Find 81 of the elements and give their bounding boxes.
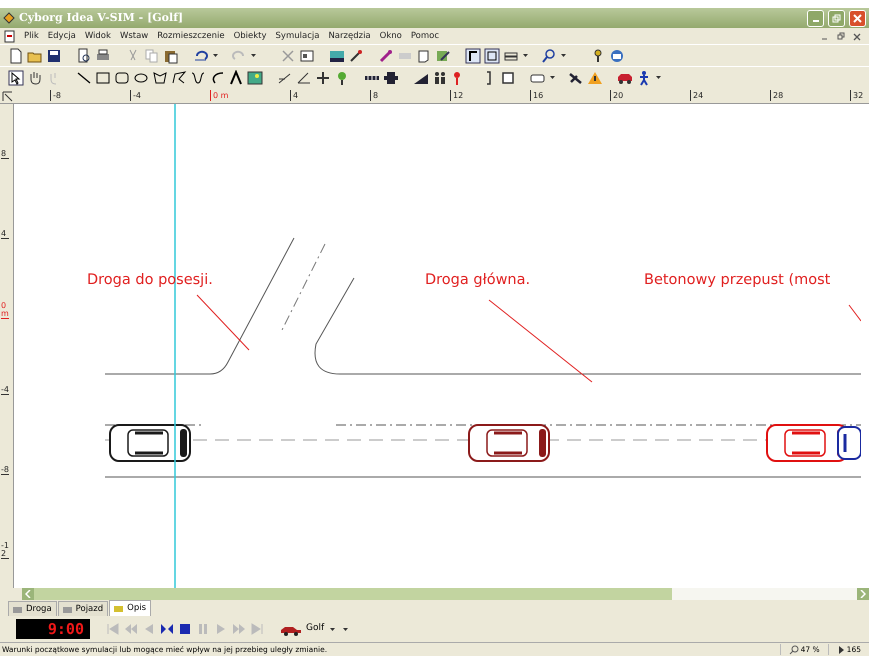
tab[interactable]: Pojazd [58, 601, 108, 616]
app-icon [3, 12, 15, 24]
menu-item[interactable]: Narzędzia [328, 30, 371, 42]
menu-item[interactable]: Wstaw [120, 30, 148, 42]
curve-icon[interactable] [190, 70, 206, 86]
ruler-label: 0 m [210, 90, 228, 101]
ruler-corner-icon[interactable] [2, 91, 13, 102]
ruler-label: 28 [770, 90, 784, 101]
annotation-label: Droga główna. [425, 271, 530, 290]
step-icon[interactable] [160, 622, 174, 636]
crosshair-icon[interactable] [315, 70, 331, 86]
leader-line [848, 304, 861, 322]
pointer-icon[interactable] [8, 70, 24, 86]
ruler-label: -8 [50, 90, 61, 101]
ruler-label: 0 m [1, 302, 9, 319]
zoom-icon [788, 644, 799, 654]
folder-icon [62, 604, 73, 614]
ruler-label: 8 [1, 150, 9, 159]
text-icon[interactable] [228, 70, 244, 86]
time-display: 9:00 [16, 619, 90, 639]
menu-item[interactable]: Rozmieszczenie [157, 30, 225, 42]
menu-item[interactable]: Widok [84, 30, 111, 42]
ruler-label: 32 [850, 90, 864, 101]
pointer-icon [836, 644, 845, 654]
stop-icon[interactable] [178, 622, 192, 636]
warning-icon[interactable] [587, 70, 603, 86]
pipette-icon[interactable] [348, 48, 364, 64]
polygon-icon[interactable] [152, 70, 168, 86]
restore-icon[interactable] [837, 32, 845, 40]
print-preview-icon[interactable] [76, 48, 92, 64]
menu-item[interactable]: Plik [24, 30, 39, 42]
window-title: Cyborg Idea V-SIM - [Golf] [19, 10, 184, 26]
angle-icon[interactable] [296, 70, 312, 86]
save-icon[interactable] [46, 48, 62, 64]
ruler-label: 24 [690, 90, 704, 101]
polyline-icon[interactable] [171, 70, 187, 86]
brush-icon[interactable] [378, 48, 394, 64]
wall-icon[interactable] [500, 70, 516, 86]
ruler-label: 4 [290, 90, 298, 101]
search-icon[interactable] [541, 48, 557, 64]
ruler-label: -4 [130, 90, 141, 101]
snap-icon[interactable] [465, 48, 481, 64]
folder-icon [13, 604, 23, 614]
line-icon[interactable] [76, 70, 92, 86]
menu-item[interactable]: Symulacja [276, 30, 320, 42]
properties-icon[interactable] [299, 48, 315, 64]
menu-item[interactable]: Pomoc [410, 30, 440, 42]
rectangle-icon[interactable] [95, 70, 111, 86]
block-icon[interactable] [383, 70, 399, 86]
leader-line [196, 294, 250, 350]
ruler-label: 8 [370, 90, 378, 101]
folder-icon [114, 604, 124, 613]
ruler-label: 12 [450, 90, 464, 101]
menu-item[interactable]: Obiekty [234, 30, 267, 42]
image-icon[interactable] [247, 70, 263, 86]
ruler-label: -12 [1, 542, 9, 559]
annotation-label: Betonowy przepust (most [644, 271, 830, 290]
close-icon [853, 14, 862, 22]
rounded-rectangle-icon[interactable] [114, 70, 130, 86]
scrollbar-thumb[interactable] [34, 588, 672, 600]
minimize-button[interactable] [807, 10, 824, 26]
tab[interactable]: Opis [109, 600, 152, 616]
ruler-label: 4 [1, 230, 9, 239]
ruler-label: 16 [530, 90, 544, 101]
menu-item[interactable]: Okno [380, 30, 402, 42]
restore-icon [832, 14, 841, 22]
tab[interactable]: Droga [8, 601, 57, 616]
minimize-icon [812, 20, 818, 22]
restore-button[interactable] [828, 10, 845, 26]
ruler-label: -8 [1, 466, 9, 475]
close-button[interactable] [849, 10, 866, 26]
frame-icon[interactable] [484, 48, 500, 64]
new-file-icon[interactable] [8, 48, 24, 64]
skip-to-start-icon[interactable] [106, 622, 120, 636]
menu-item[interactable]: Edycja [48, 30, 76, 42]
ruler-label: -4 [1, 386, 9, 395]
vehicle-name: Golf [306, 622, 324, 636]
ruler-label: 20 [610, 90, 624, 101]
pedestrians-icon[interactable] [432, 70, 448, 86]
document-icon[interactable] [4, 30, 15, 42]
close-icon[interactable] [853, 32, 861, 40]
